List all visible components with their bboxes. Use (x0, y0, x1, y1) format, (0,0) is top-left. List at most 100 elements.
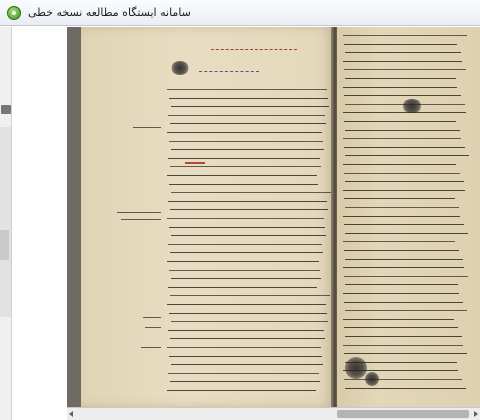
scroll-right-icon[interactable] (474, 411, 478, 417)
text-line (343, 318, 454, 320)
text-line (168, 286, 317, 288)
text-line (343, 60, 462, 62)
text-line (168, 114, 325, 116)
text-line (344, 353, 467, 355)
text-line (345, 232, 468, 234)
text-line (343, 189, 465, 191)
text-line (345, 155, 469, 157)
text-line (345, 52, 461, 54)
rubric-mark (185, 162, 205, 164)
text-line (343, 215, 460, 217)
margin-note-line (121, 219, 161, 220)
text-line (171, 235, 326, 237)
text-line (167, 89, 327, 90)
text-line (345, 207, 459, 208)
text-line (168, 243, 322, 245)
text-line (169, 312, 327, 314)
text-line (344, 379, 462, 380)
text-line (344, 327, 458, 329)
text-line (345, 103, 465, 105)
margin-note-line (117, 212, 161, 213)
manuscript-page-left (81, 27, 333, 407)
left-scrollbar[interactable] (0, 127, 11, 317)
text-line (171, 364, 323, 366)
text-line (167, 261, 319, 262)
text-line (171, 106, 329, 108)
text-line (344, 301, 463, 303)
margin-note-line (145, 327, 161, 328)
text-line (345, 258, 463, 260)
text-line (169, 269, 320, 271)
text-line (345, 129, 460, 131)
margin-note-line (143, 317, 161, 318)
text-line (169, 226, 325, 228)
text-line (170, 166, 321, 168)
left-panel-edge (0, 27, 12, 420)
text-line (343, 138, 461, 140)
text-line (345, 387, 466, 389)
text-line (167, 347, 321, 348)
text-line (170, 295, 330, 297)
text-line (167, 132, 322, 133)
text-line (168, 200, 327, 202)
text-line (344, 275, 468, 277)
text-line (171, 278, 321, 280)
text-line (343, 267, 464, 269)
manuscript-page-right (337, 27, 480, 407)
text-line (344, 121, 456, 122)
text-line (344, 69, 466, 71)
horizontal-scrollbar-thumb[interactable] (337, 410, 469, 418)
app-logo-icon (7, 6, 21, 20)
text-line (167, 175, 317, 176)
text-line (343, 344, 463, 346)
text-line (345, 361, 457, 363)
text-line (345, 78, 456, 79)
text-line (170, 252, 323, 254)
text-line (170, 123, 326, 125)
text-line (343, 86, 457, 88)
text-line (343, 164, 456, 165)
scroll-left-icon[interactable] (69, 411, 73, 417)
seal-stamp-icon (345, 357, 367, 379)
text-line (343, 35, 467, 36)
text-line (167, 390, 316, 391)
text-line (343, 293, 459, 294)
text-line (343, 241, 455, 243)
text-line (345, 310, 467, 312)
text-line (169, 183, 318, 185)
text-line (169, 97, 328, 99)
manuscript-viewer[interactable] (67, 27, 480, 420)
text-line (344, 43, 457, 45)
text-line (168, 329, 324, 331)
horizontal-scrollbar[interactable] (67, 407, 480, 420)
text-line (170, 338, 325, 340)
margin-note-line (133, 127, 161, 128)
text-line (344, 250, 459, 251)
text-line (344, 146, 465, 148)
text-line (170, 381, 320, 383)
text-line (169, 355, 322, 357)
window-titlebar: سامانه ایستگاه مطالعه نسخه خطی (0, 0, 480, 26)
text-line (343, 112, 466, 114)
text-line (344, 198, 455, 200)
text-line (170, 209, 328, 211)
text-line (345, 336, 462, 337)
text-line (345, 284, 458, 286)
rubric-heading (211, 49, 297, 50)
left-scrollbar-thumb[interactable] (0, 230, 9, 260)
margin-note-line (141, 347, 161, 348)
text-line (343, 370, 458, 372)
text-line (171, 192, 331, 194)
text-line (345, 181, 464, 183)
text-line (167, 218, 324, 219)
sub-heading (199, 71, 259, 72)
text-line (168, 157, 320, 159)
text-line (168, 372, 319, 374)
text-line (171, 149, 324, 151)
text-line (171, 321, 328, 323)
seal-stamp-icon (171, 61, 189, 75)
text-line (167, 304, 326, 305)
seal-stamp-icon (402, 99, 422, 113)
text-line (344, 224, 464, 226)
panel-toggle-icon[interactable] (1, 105, 11, 114)
